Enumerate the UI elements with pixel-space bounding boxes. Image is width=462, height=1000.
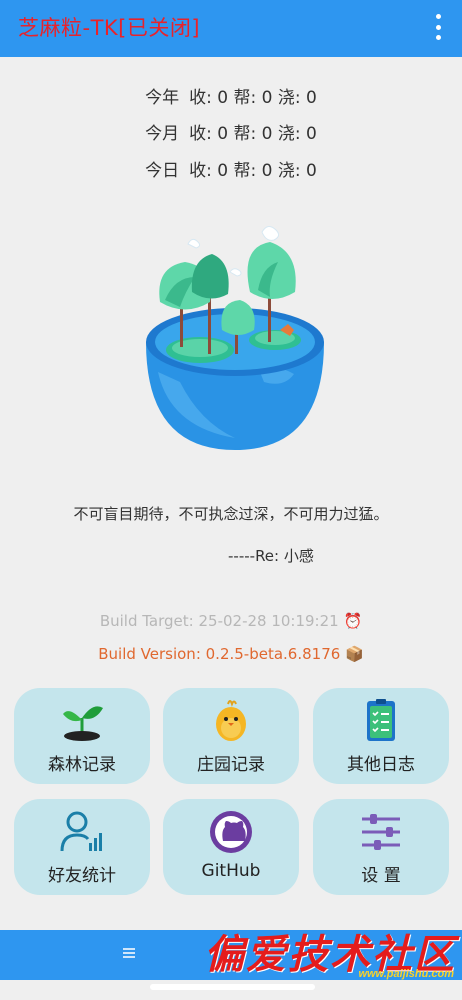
tile-label: 设 置 <box>361 866 401 886</box>
tile-label: 庄园记录 <box>197 755 265 775</box>
other-log-button[interactable]: 其他日志 <box>313 688 449 784</box>
stat-values: 收: 0 帮: 0 浇: 0 <box>189 124 317 144</box>
build-version: Build Version: 0.2.5-beta.6.8176 📦 <box>98 645 364 663</box>
stat-values: 收: 0 帮: 0 浇: 0 <box>189 88 317 108</box>
settings-button[interactable]: 设 置 <box>313 799 449 895</box>
github-icon <box>210 811 252 853</box>
manor-record-button[interactable]: 庄园记录 <box>163 688 299 784</box>
stat-values: 收: 0 帮: 0 浇: 0 <box>189 161 317 181</box>
quote-author: -----Re: 小感 <box>228 547 314 565</box>
watermark-url: www.paijishu.com <box>358 968 454 980</box>
sliders-icon <box>362 814 400 850</box>
app-title: 芝麻粒-TK[已关闭] <box>18 16 201 40</box>
tile-label: 其他日志 <box>347 755 415 775</box>
checklist-icon <box>367 699 395 741</box>
stat-row-year: 今年 收: 0 帮: 0 浇: 0 <box>0 83 462 108</box>
app-bar: 芝麻粒-TK[已关闭] <box>0 0 462 57</box>
user-stats-icon <box>60 811 102 852</box>
build-target: Build Target: 25-02-28 10:19:21 ⏰ <box>99 612 363 630</box>
hamburger-icon[interactable] <box>123 948 135 958</box>
forest-bowl-image <box>146 226 324 450</box>
forest-record-button[interactable]: 森林记录 <box>14 688 150 784</box>
tile-label: 森林记录 <box>48 755 116 775</box>
tile-label: 好友统计 <box>48 866 116 886</box>
stat-label: 今年 <box>145 88 180 108</box>
github-button[interactable]: GitHub <box>163 799 299 895</box>
more-vertical-icon[interactable] <box>428 14 448 40</box>
stat-label: 今月 <box>145 124 180 144</box>
stat-row-day: 今日 收: 0 帮: 0 浇: 0 <box>0 156 462 181</box>
quote-text: 不可盲目期待，不可执念过深，不可用力过猛。 <box>73 505 389 523</box>
stat-row-month: 今月 收: 0 帮: 0 浇: 0 <box>0 119 462 144</box>
tile-label: GitHub <box>201 861 261 881</box>
friend-stats-button[interactable]: 好友统计 <box>14 799 150 895</box>
home-indicator[interactable] <box>150 984 315 990</box>
stat-label: 今日 <box>145 161 180 181</box>
chick-icon <box>216 700 246 741</box>
sprout-icon <box>63 706 103 741</box>
